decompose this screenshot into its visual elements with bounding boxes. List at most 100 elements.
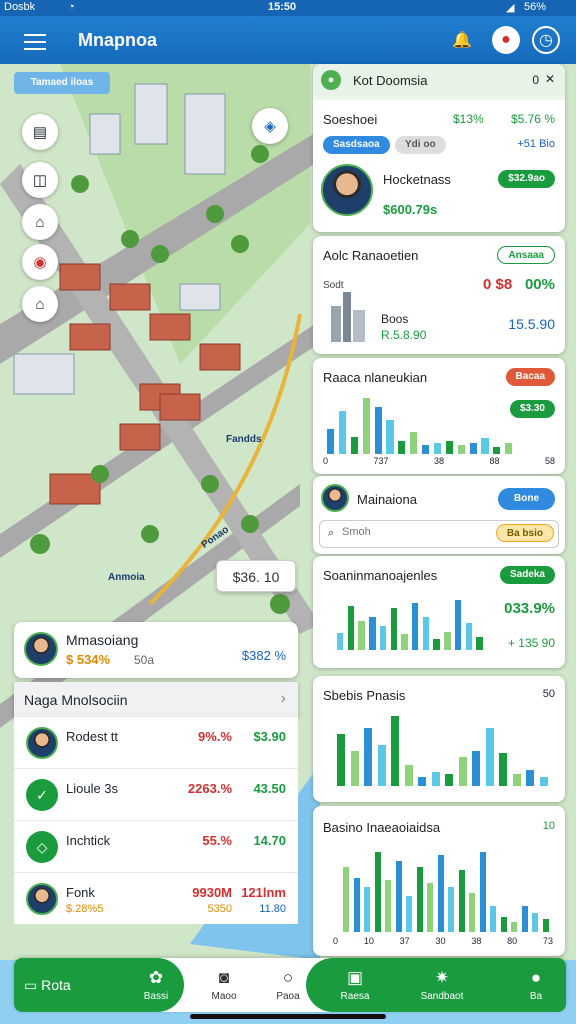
summary-delta: +51 Bio [517, 138, 555, 150]
secondary-filter-button[interactable]: Ydi oo [395, 136, 446, 154]
document-icon: ▣ [346, 968, 364, 987]
map-label: Fandds [226, 434, 262, 445]
chart-bar [499, 753, 508, 786]
chart-bar [369, 616, 376, 650]
list-item[interactable]: Rodest tt 9%.% $3.90 [14, 716, 298, 768]
summary-stat-2: $5.76 % [510, 112, 555, 126]
chart-bar [481, 438, 489, 454]
chart-bar [532, 912, 539, 932]
avatar [321, 164, 373, 216]
profile-button[interactable]: Bone [498, 488, 555, 510]
chart-bar [493, 447, 501, 454]
chart-bar [385, 880, 392, 932]
menu-icon[interactable] [24, 31, 46, 50]
tick-label: 30 [435, 936, 446, 946]
chart-badge[interactable]: Sadeka [499, 566, 555, 584]
bar-chart-1 [327, 398, 517, 454]
nav-places[interactable]: ○ Paoa [264, 958, 312, 1012]
settings-icon[interactable]: ◷ [532, 26, 560, 54]
search-button[interactable]: Ba bsio [495, 524, 554, 542]
chart-bar [485, 727, 494, 786]
promo-badge[interactable]: Ansaaa [497, 246, 555, 264]
shop-icon[interactable]: ⌂ [22, 204, 58, 240]
nav-bassi[interactable]: ✿ Bassi [134, 958, 178, 1012]
tick-label: 58 [544, 456, 555, 466]
header-title: Kot Doomsia [353, 73, 428, 88]
promo-name: Boos [381, 312, 409, 326]
nav-profile[interactable]: ● Ba [516, 958, 556, 1012]
map-price-bubble[interactable]: $36. 10 [216, 560, 296, 592]
chart-bar [390, 607, 397, 650]
nav-routes[interactable]: ▭ Rota [24, 958, 124, 1012]
bar-chart-4 [343, 852, 553, 932]
chevron-right-icon[interactable]: › [281, 690, 286, 708]
home-indicator[interactable] [190, 1014, 386, 1019]
close-icon[interactable]: ✕ [545, 72, 555, 86]
user-stat-sub: 50a [134, 653, 155, 667]
nav-settings[interactable]: ✷ Sandbaot [412, 958, 472, 1012]
tick-label: 737 [373, 456, 389, 466]
row-name: Rodest tt [66, 729, 119, 744]
row-percent: 9930M [192, 885, 232, 900]
chart-bar [338, 411, 346, 454]
chart-bar [418, 776, 427, 786]
primary-filter-button[interactable]: Sasdsaoa [323, 136, 390, 154]
chart-bar [362, 398, 370, 454]
tick-label: 38 [433, 456, 444, 466]
chart-bar [395, 861, 402, 932]
user-stat: $ 534% [66, 652, 111, 667]
promo-red-value: 0 $8 [483, 276, 513, 293]
summary-body: Soeshoei $13% $5.76 % Sasdsaoa Ydi oo +5… [313, 100, 565, 232]
user-summary-card[interactable]: Mmasoiang $ 534% 50a $382 % [14, 622, 298, 678]
map-filter-chip[interactable]: Tamaed iloas [14, 72, 110, 94]
chart-bar [412, 603, 419, 650]
chart-badge-red[interactable]: Bacaa [505, 368, 555, 386]
chart-bar [410, 431, 418, 454]
chart-bar [445, 440, 453, 454]
nav-reports[interactable]: ▣ Raesa [330, 958, 380, 1012]
chart-title: Raaca nlaneukian [323, 370, 428, 385]
tick-label: 88 [489, 456, 500, 466]
location-alert-icon[interactable]: ● [492, 26, 520, 54]
chart-bar [391, 716, 400, 786]
food-icon[interactable]: ◉ [22, 244, 58, 280]
nav-label: Sandbaot [420, 991, 464, 1002]
list-item[interactable]: ✓ Lioule 3s 2263.% 43.50 [14, 768, 298, 820]
nav-label: Maoo [211, 991, 237, 1002]
chart-card-4: Basino Inaeaoiaidsa 10 0 10 37 30 38 80 73 [313, 806, 565, 956]
route-icon[interactable]: ◫ [22, 162, 58, 198]
chart-bar [398, 440, 406, 454]
chart-bar [457, 445, 465, 454]
row-percent: 9%.% [198, 729, 232, 744]
nav-maps[interactable]: ◙ Maoo [202, 958, 246, 1012]
chart-bar [353, 877, 360, 932]
avatar [26, 727, 58, 759]
user-stat-right: $382 % [241, 648, 286, 663]
nav-label: Rota [41, 977, 71, 993]
summary-card: ● Kot Doomsia 0 ✕ Soeshoei $13% $5.76 % … [313, 64, 565, 232]
user-badge[interactable]: $32.9ao [498, 170, 555, 188]
location-pin-icon[interactable]: ◈ [252, 108, 288, 144]
profile-name: Mainaiona [357, 492, 417, 507]
search-input[interactable] [342, 526, 482, 538]
status-bar: Dosbk ◔ 15:50 ◢ 56% [0, 0, 576, 16]
chart-bar [454, 600, 462, 650]
search-box[interactable]: ⌕ Ba bsio [319, 520, 559, 548]
promo-title: Aolc Ranaoetien [323, 248, 419, 263]
layers-icon[interactable]: ▤ [22, 114, 58, 150]
chart-bar [422, 445, 430, 454]
list-header[interactable]: Naga Mnolsociin › [14, 682, 298, 718]
notification-bell-icon[interactable]: 🔔 [448, 26, 476, 54]
chart-bar [490, 906, 497, 932]
list-item[interactable]: ◇ Inchtick 55.% 14.70 [14, 820, 298, 872]
route-icon: ▭ [24, 977, 42, 993]
chart-bar [539, 776, 548, 786]
bar-chart-3 [337, 716, 553, 786]
list-item[interactable]: Fonk $.28%5 9930M 5350 121lnm 11.80 [14, 872, 298, 924]
chart-bar [505, 442, 513, 454]
user-name: Hocketnass [383, 172, 451, 187]
header-count: 0 [532, 73, 539, 87]
map-icon: ◙ [218, 968, 230, 987]
chart-bar [379, 625, 387, 650]
home-icon[interactable]: ⌂ [22, 286, 58, 322]
